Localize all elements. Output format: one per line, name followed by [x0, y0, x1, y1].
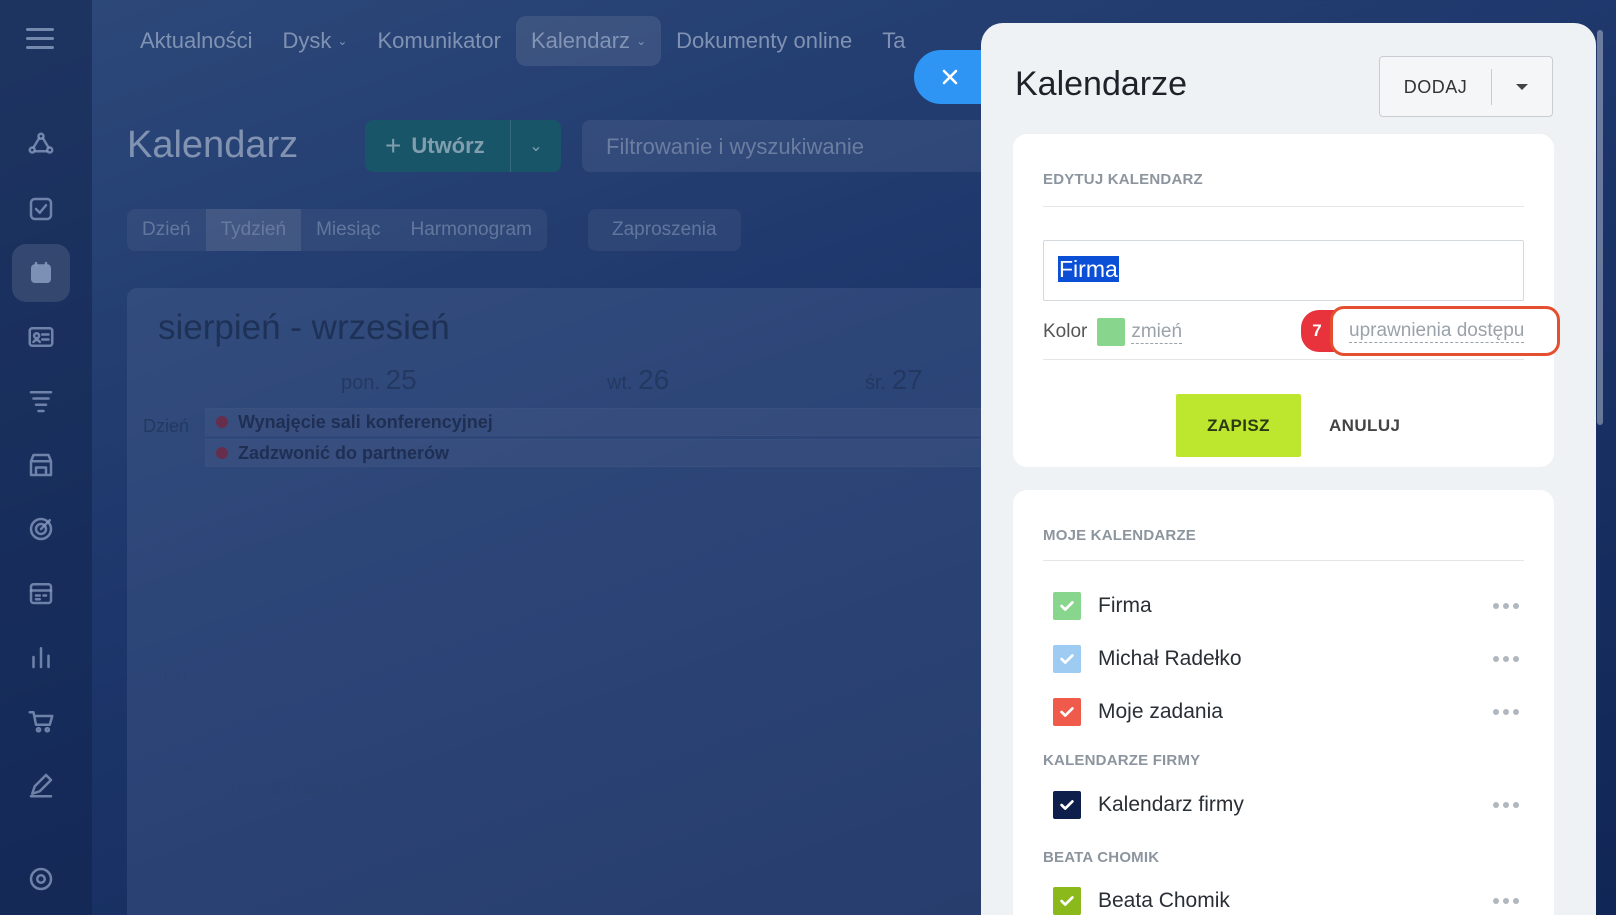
access-permissions-link[interactable]: uprawnienia dostępu: [1330, 306, 1560, 356]
save-button[interactable]: ZAPISZ: [1176, 394, 1301, 457]
calendar-name: Firma: [1098, 594, 1152, 617]
check-icon: [1060, 800, 1074, 810]
section-title: MOJE KALENDARZE: [1043, 527, 1197, 544]
more-icon[interactable]: [1489, 650, 1523, 668]
access-permissions-label: uprawnienia dostępu: [1349, 319, 1525, 343]
cancel-button[interactable]: ANULUJ: [1321, 394, 1408, 457]
panel-title: Kalendarze: [1015, 65, 1188, 103]
list-item[interactable]: Kalendarz firmy: [1053, 788, 1523, 822]
calendar-name: Moje zadania: [1098, 700, 1223, 723]
divider: [1043, 560, 1524, 561]
more-icon[interactable]: [1489, 892, 1523, 910]
calendar-checkbox[interactable]: [1053, 592, 1081, 620]
list-item[interactable]: Firma: [1053, 589, 1523, 623]
add-button[interactable]: DODAJ: [1379, 56, 1553, 117]
check-icon: [1060, 896, 1074, 906]
section-title: EDYTUJ KALENDARZ: [1043, 171, 1203, 188]
check-icon: [1060, 707, 1074, 717]
calendar-name: Kalendarz firmy: [1098, 793, 1244, 816]
change-color-link[interactable]: zmień: [1131, 321, 1183, 344]
divider: [1043, 359, 1524, 360]
calendar-checkbox[interactable]: [1053, 645, 1081, 673]
caret-down-icon[interactable]: [1492, 83, 1552, 90]
add-label: DODAJ: [1380, 68, 1492, 105]
more-icon[interactable]: [1489, 703, 1523, 721]
more-icon[interactable]: [1489, 597, 1523, 615]
section-title: BEATA CHOMIK: [1043, 849, 1160, 866]
check-icon: [1060, 601, 1074, 611]
check-icon: [1060, 654, 1074, 664]
list-item[interactable]: Beata Chomik: [1053, 884, 1523, 915]
calendar-name-input[interactable]: Firma: [1043, 240, 1524, 301]
color-row: Kolor zmień: [1043, 318, 1183, 346]
color-label: Kolor: [1043, 321, 1088, 342]
scrollbar[interactable]: [1597, 30, 1603, 425]
calendar-checkbox[interactable]: [1053, 887, 1081, 915]
calendar-checkbox[interactable]: [1053, 698, 1081, 726]
section-title: KALENDARZE FIRMY: [1043, 752, 1201, 769]
edit-calendar-card: EDYTUJ KALENDARZ Firma Kolor zmień 7 upr…: [1013, 134, 1560, 467]
color-swatch[interactable]: [1097, 318, 1126, 346]
calendar-name: Michał Radełko: [1098, 647, 1242, 670]
calendar-checkbox[interactable]: [1053, 791, 1081, 819]
calendars-list-card: MOJE KALENDARZE Firma Michał Radełko Moj…: [1013, 490, 1554, 915]
divider: [1043, 206, 1524, 207]
list-item[interactable]: Moje zadania: [1053, 695, 1523, 729]
calendar-name: Beata Chomik: [1098, 889, 1230, 912]
list-item[interactable]: Michał Radełko: [1053, 642, 1523, 676]
more-icon[interactable]: [1489, 796, 1523, 814]
selected-text: Firma: [1058, 256, 1119, 282]
calendars-panel: Kalendarze DODAJ EDYTUJ KALENDARZ Firma …: [981, 23, 1596, 915]
close-icon: [942, 69, 958, 85]
